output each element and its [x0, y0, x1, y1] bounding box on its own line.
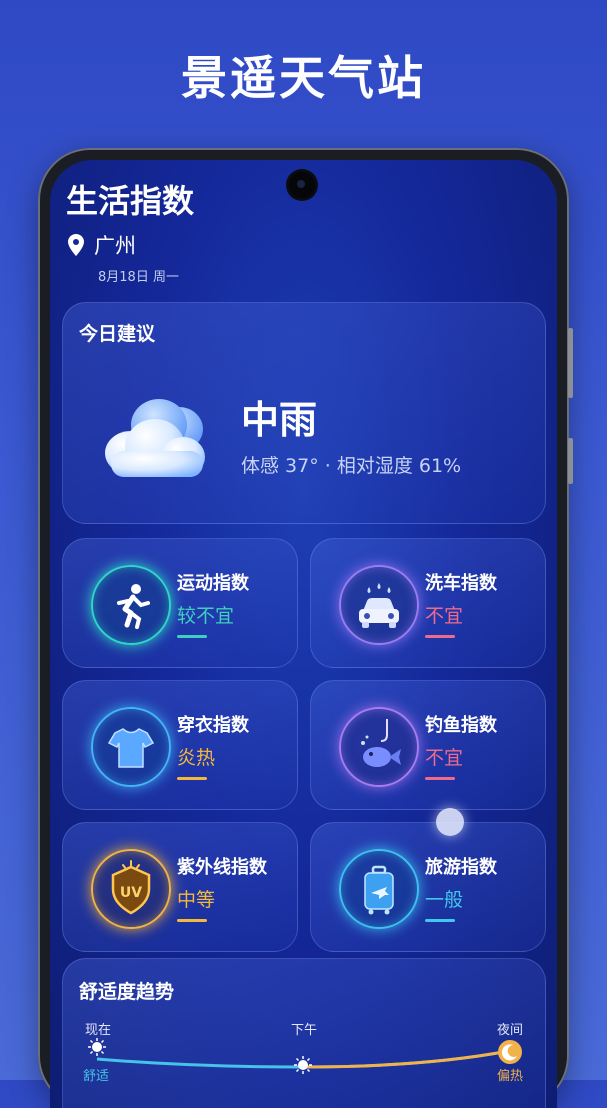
trend-status-label: 偏热 — [497, 1069, 524, 1084]
car-wash-icon — [339, 565, 419, 645]
today-advice-label: 今日建议 — [79, 323, 156, 345]
touch-indicator — [436, 808, 464, 836]
fish-icon — [339, 707, 419, 787]
trend-time-label: 夜间 — [497, 1023, 524, 1038]
volume-button — [568, 328, 573, 398]
cloud-icon — [105, 399, 205, 477]
index-level-bar — [177, 777, 207, 780]
index-name: 运动指数 — [177, 573, 249, 594]
city-name: 广州 — [94, 234, 136, 258]
index-card-travel[interactable]: 旅游指数 一般 — [310, 822, 546, 952]
page-title: 生活指数 — [66, 182, 195, 220]
front-camera — [289, 172, 315, 198]
index-name: 洗车指数 — [425, 573, 497, 594]
promo-title: 景遥天气站 — [181, 51, 426, 105]
index-value: 中等 — [177, 889, 216, 911]
index-value: 炎热 — [177, 747, 216, 769]
uv-shield-icon: UV — [91, 849, 171, 929]
index-value: 不宜 — [425, 605, 464, 627]
trend-time-label: 现在 — [85, 1023, 112, 1038]
index-level-bar — [425, 777, 455, 780]
index-name: 穿衣指数 — [177, 715, 249, 736]
index-name: 钓鱼指数 — [425, 715, 497, 736]
power-button — [568, 438, 573, 484]
sun-icon — [88, 1038, 106, 1056]
index-card-dressing[interactable]: 穿衣指数 炎热 — [62, 680, 298, 810]
index-name: 旅游指数 — [425, 857, 497, 878]
index-level-bar — [425, 635, 455, 638]
index-value: 较不宜 — [177, 605, 235, 627]
sun-icon — [294, 1056, 312, 1074]
index-card-carwash[interactable]: 洗车指数 不宜 — [310, 538, 546, 668]
weather-detail: 体感 37° · 相对湿度 61% — [241, 455, 462, 477]
comfort-trend-card: 舒适度趋势 现在 下午 夜间 舒适 偏热 — [62, 958, 546, 1108]
index-name: 紫外线指数 — [177, 857, 267, 878]
app-screen: 生活指数 广州 8月18日 周一 今日建议 中雨 体感 37° · 相对湿度 6… — [50, 160, 557, 1108]
tshirt-icon — [91, 707, 171, 787]
index-value: 一般 — [425, 889, 464, 911]
moon-icon — [498, 1040, 522, 1064]
comfort-trend-label: 舒适度趋势 — [79, 981, 175, 1003]
date-label: 8月18日 周一 — [98, 270, 179, 285]
index-level-bar — [177, 919, 207, 922]
running-icon — [91, 565, 171, 645]
luggage-icon — [339, 849, 419, 929]
index-card-uv[interactable]: UV 紫外线指数 中等 — [62, 822, 298, 952]
weather-condition: 中雨 — [241, 398, 318, 442]
location-selector[interactable]: 广州 — [68, 230, 136, 260]
trend-status-label: 舒适 — [83, 1069, 110, 1084]
index-level-bar — [177, 635, 207, 638]
phone-frame: 生活指数 广州 8月18日 周一 今日建议 中雨 体感 37° · 相对湿度 6… — [38, 148, 573, 1108]
today-advice-card: 今日建议 中雨 体感 37° · 相对湿度 61% — [62, 302, 546, 524]
location-pin-icon — [68, 234, 84, 256]
index-value: 不宜 — [425, 747, 464, 769]
svg-text:UV: UV — [120, 885, 142, 901]
index-card-fishing[interactable]: 钓鱼指数 不宜 — [310, 680, 546, 810]
trend-time-label: 下午 — [291, 1023, 318, 1038]
index-card-sport[interactable]: 运动指数 较不宜 — [62, 538, 298, 668]
index-level-bar — [425, 919, 455, 922]
